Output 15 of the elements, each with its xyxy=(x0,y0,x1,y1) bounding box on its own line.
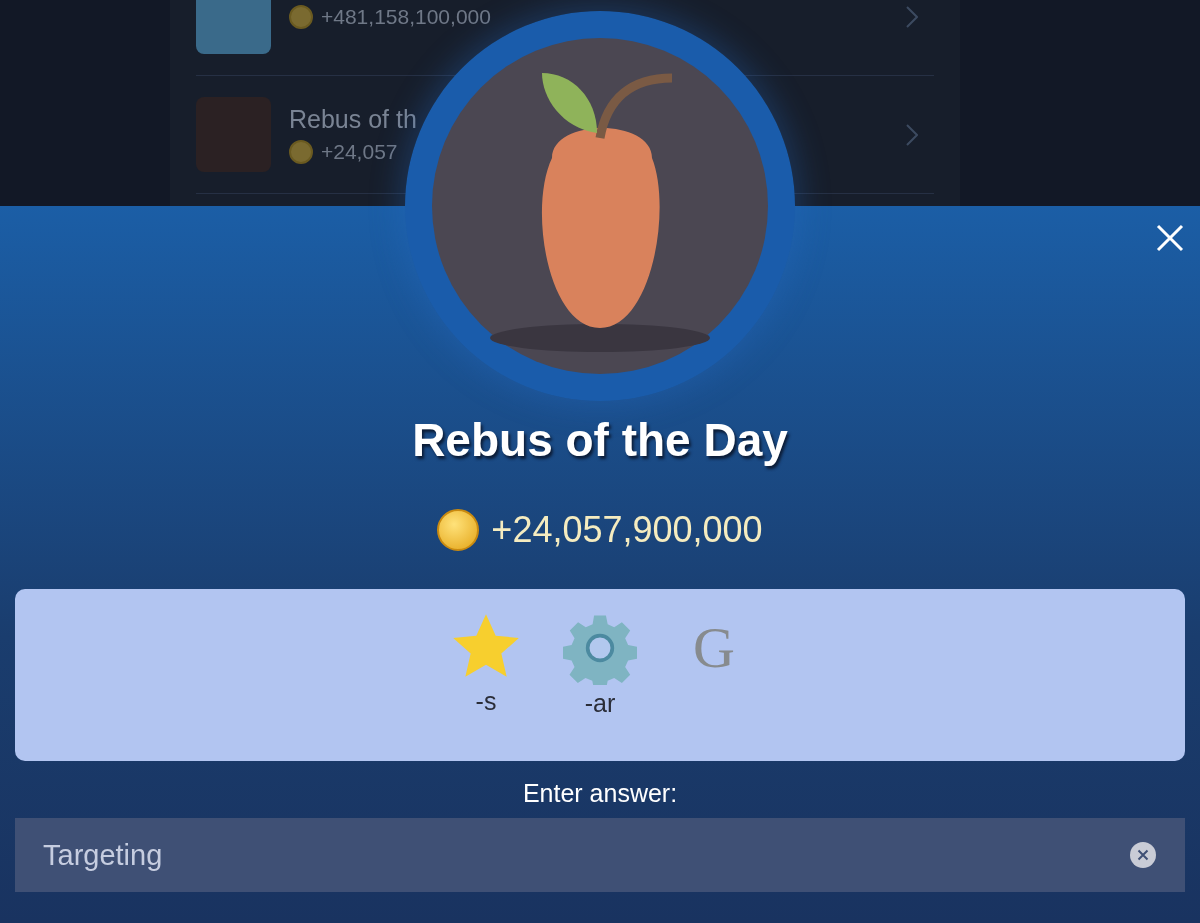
letter-icon: G xyxy=(693,611,735,685)
clear-icon[interactable] xyxy=(1129,841,1157,869)
rebus-caption: -s xyxy=(475,687,497,716)
dialog-title: Rebus of the Day xyxy=(412,413,788,467)
item-title: Rebus of th xyxy=(289,105,418,134)
reward-amount: +24,057,900,000 xyxy=(491,509,763,551)
coin-icon xyxy=(289,140,313,164)
close-icon[interactable] xyxy=(1156,224,1184,252)
answer-label: Enter answer: xyxy=(522,779,678,808)
coin-icon xyxy=(437,509,480,551)
reward-amount: +481,158,100,000 xyxy=(321,4,491,29)
answer-field[interactable]: Targeting xyxy=(15,818,1185,892)
coin-icon xyxy=(289,4,313,29)
reward-amount: +24,057 xyxy=(321,140,398,164)
rebus-caption: -ar xyxy=(584,689,616,718)
